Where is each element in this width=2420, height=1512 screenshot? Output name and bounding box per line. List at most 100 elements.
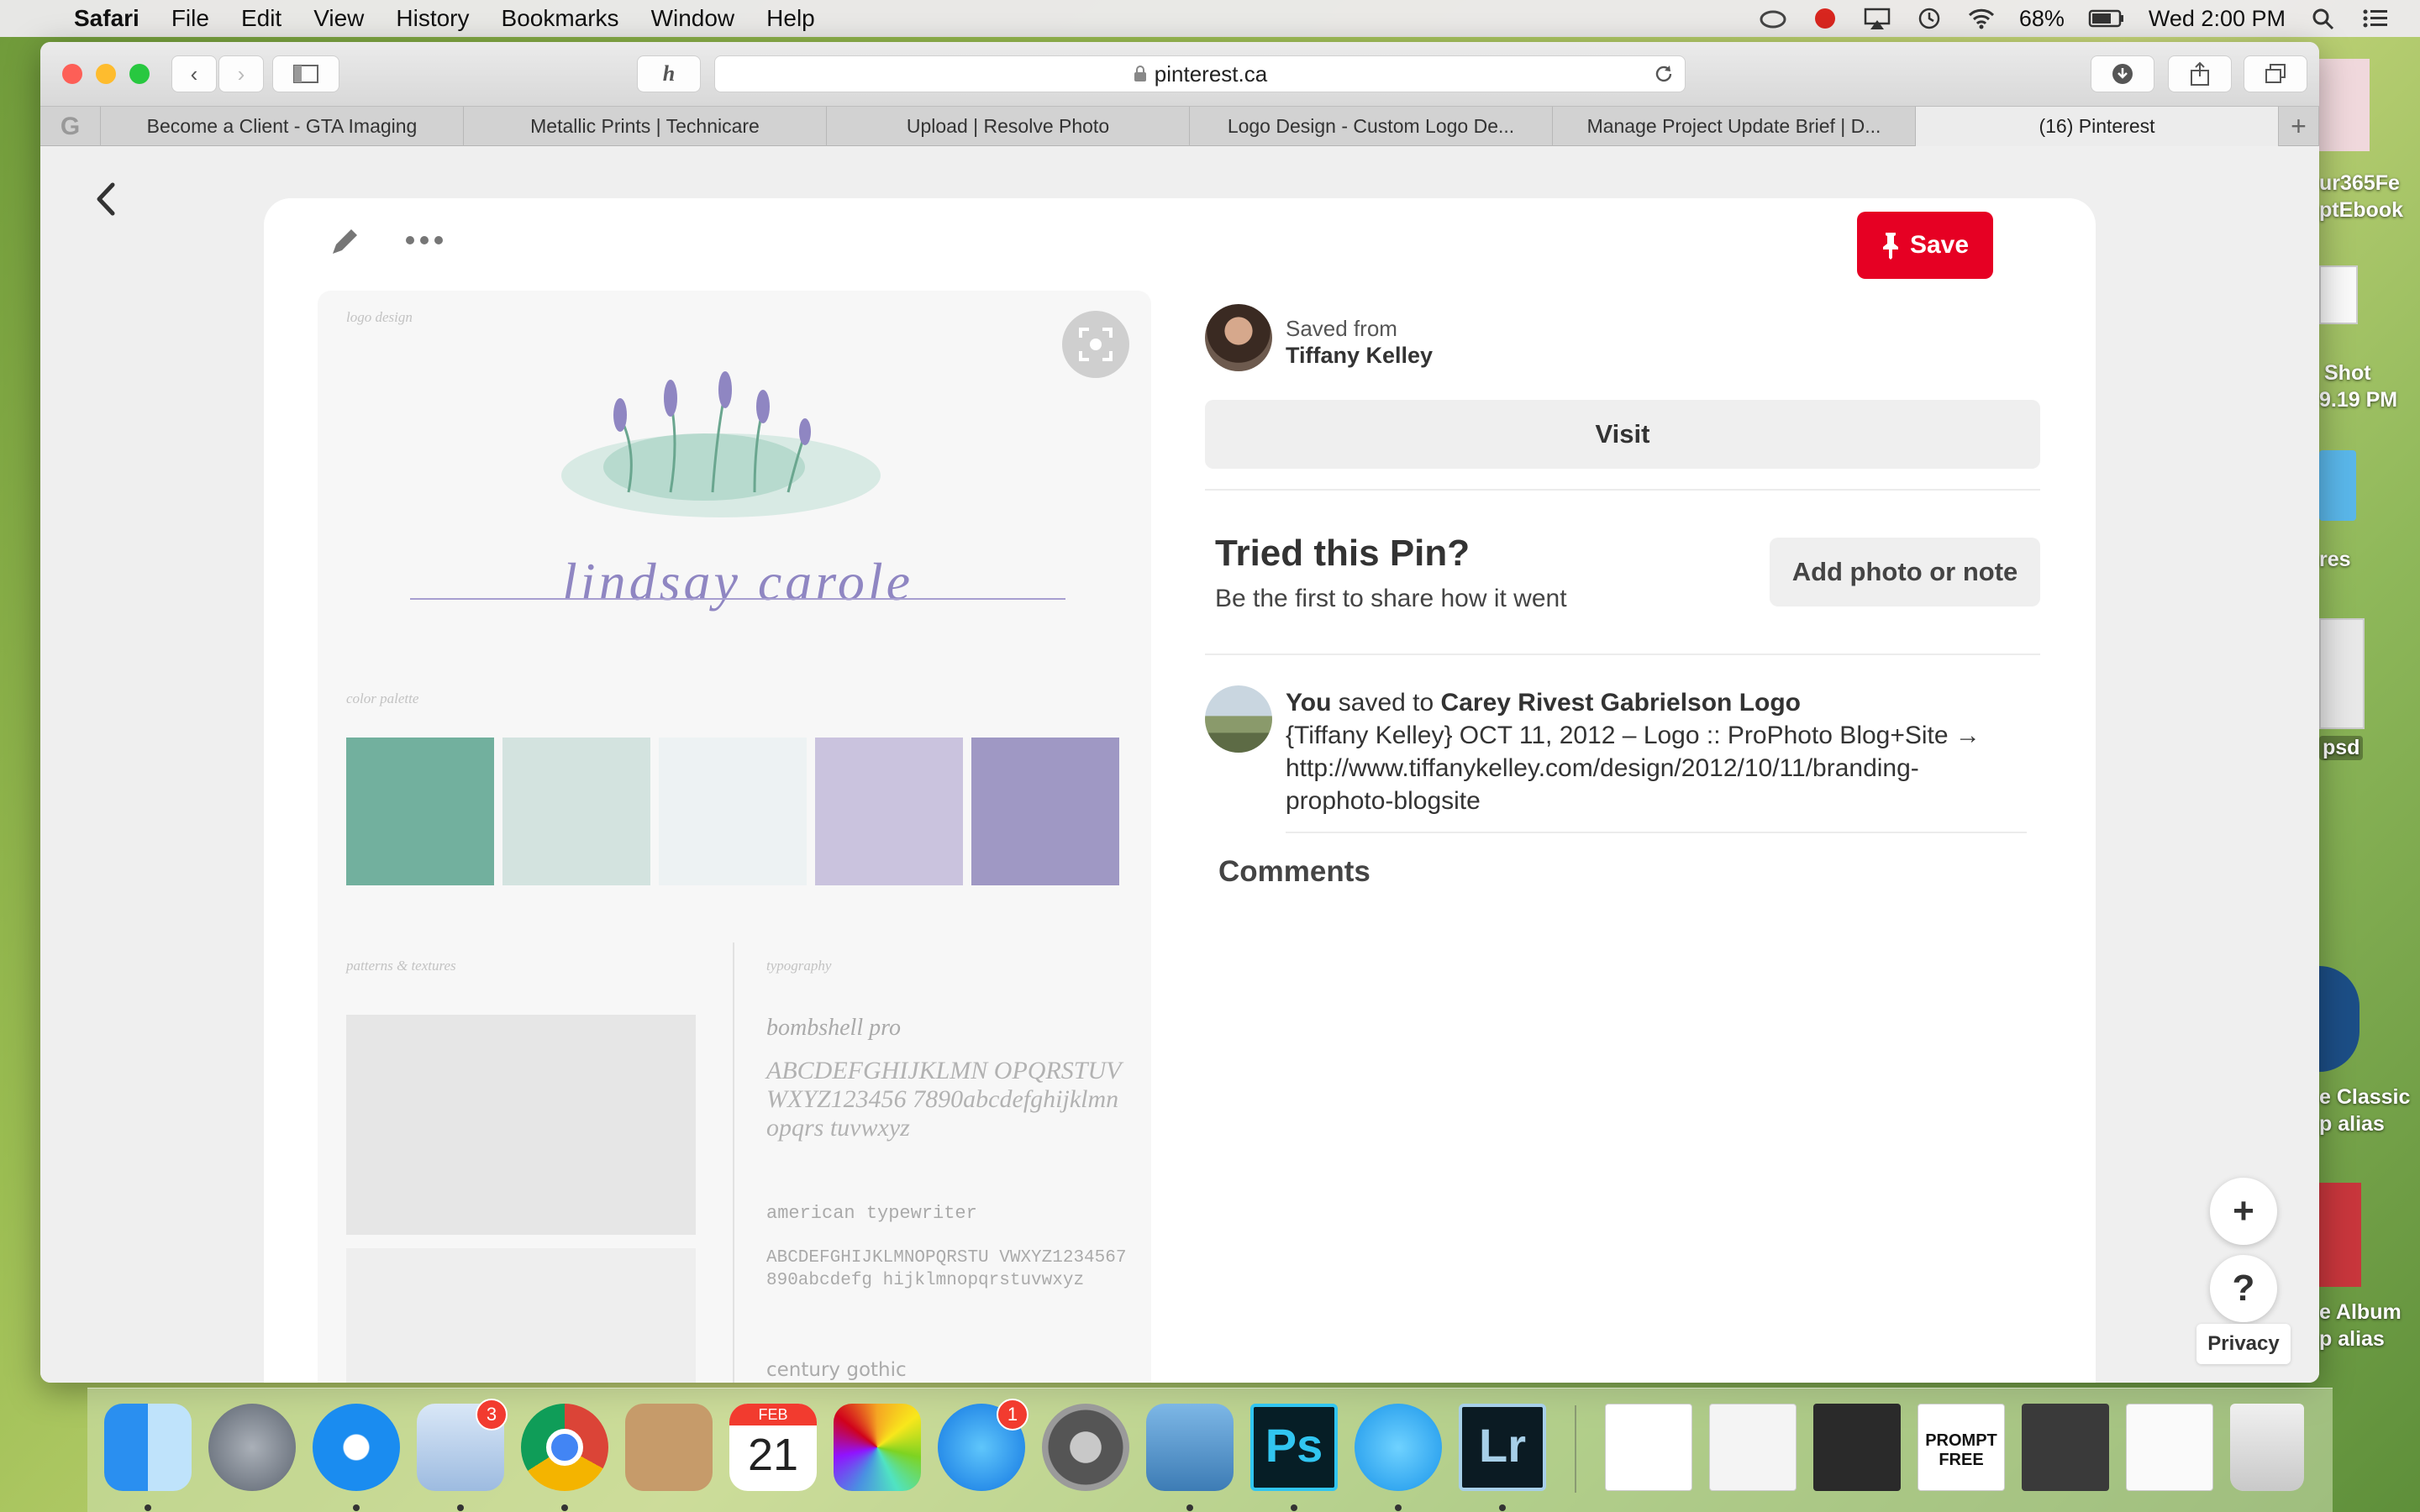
desktop-label: ur365Fe: [2319, 171, 2400, 195]
back-arrow-icon[interactable]: [91, 180, 121, 223]
tab-overview-button[interactable]: [2244, 55, 2307, 92]
desktop-label: psd: [2319, 736, 2364, 760]
tab-logo-design[interactable]: Logo Design - Custom Logo De...: [1190, 107, 1553, 146]
save-button[interactable]: Save: [1857, 212, 1993, 279]
lightroom-icon[interactable]: Lr: [1459, 1404, 1546, 1491]
trash-icon[interactable]: [2230, 1404, 2304, 1491]
launchpad-icon[interactable]: [208, 1404, 296, 1491]
minimized-window-prompt[interactable]: PROMPT FREE: [1918, 1404, 2005, 1491]
board-link[interactable]: Carey Rivest Gabrielson Logo: [1441, 689, 1801, 717]
edit-pencil-icon[interactable]: [328, 225, 361, 263]
share-button[interactable]: [2168, 55, 2232, 92]
minimize-window-button[interactable]: [96, 64, 116, 84]
menu-app-safari[interactable]: Safari: [74, 5, 139, 32]
user-avatar[interactable]: [1205, 685, 1272, 753]
activity-you[interactable]: You: [1286, 689, 1331, 717]
tab-technicare[interactable]: Metallic Prints | Technicare: [464, 107, 827, 146]
pin-card: Save logo design lindsay carole color pa…: [264, 198, 2096, 1383]
creative-cloud-icon[interactable]: [1759, 7, 1787, 30]
honey-extension-button[interactable]: h: [637, 55, 701, 92]
safari-icon[interactable]: [313, 1404, 400, 1491]
battery-icon[interactable]: [2088, 7, 2125, 30]
desktop-doc-thumb[interactable]: [2319, 618, 2365, 729]
reload-icon[interactable]: [1653, 63, 1675, 85]
pin-description: {Tiffany Kelley} OCT 11, 2012 – Logo :: …: [1286, 722, 1981, 815]
desktop-screenshot-thumb[interactable]: [2319, 265, 2358, 324]
downloads-button[interactable]: [2091, 55, 2154, 92]
system-preferences-icon[interactable]: [1042, 1404, 1129, 1491]
desktop-label: e Classic: [2319, 1085, 2411, 1109]
more-options-icon[interactable]: [405, 232, 444, 253]
font-sample-bombshell: ABCDEFGHIJKLMN OPQRSTUVWXYZ123456 7890ab…: [766, 1057, 1122, 1142]
notification-app-icon[interactable]: [1811, 7, 1839, 30]
pinned-google-tab[interactable]: G: [40, 107, 101, 146]
sidebar-toggle-button[interactable]: [272, 55, 339, 92]
comments-heading[interactable]: Comments: [1218, 855, 1370, 889]
close-window-button[interactable]: [62, 64, 82, 84]
zoom-window-button[interactable]: [129, 64, 150, 84]
tab-pinterest[interactable]: (16) Pinterest: [1916, 107, 2279, 146]
messages-icon[interactable]: [1355, 1404, 1442, 1491]
spotlight-search-icon[interactable]: [2309, 7, 2338, 30]
menu-help[interactable]: Help: [766, 5, 815, 32]
preview-icon[interactable]: [1146, 1404, 1234, 1491]
running-indicator: [1395, 1504, 1402, 1511]
activity-saved-to: saved to: [1338, 689, 1434, 717]
contacts-icon[interactable]: [625, 1404, 713, 1491]
minimized-window-photoshop[interactable]: [2022, 1404, 2109, 1491]
font-name-bombshell: bombshell pro: [766, 1015, 901, 1041]
airplay-icon[interactable]: [1863, 7, 1891, 30]
calendar-icon[interactable]: FEB 21: [729, 1404, 817, 1491]
source-name-link[interactable]: Tiffany Kelley: [1286, 343, 1433, 369]
menu-file[interactable]: File: [171, 5, 209, 32]
logo-design-label: logo design: [346, 309, 413, 325]
menu-bookmarks[interactable]: Bookmarks: [502, 5, 619, 32]
minimized-window-messages[interactable]: [1709, 1404, 1797, 1491]
app-alias-icon[interactable]: [2319, 966, 2360, 1072]
pin-image[interactable]: logo design lindsay carole color palette…: [318, 291, 1151, 1383]
create-plus-button[interactable]: +: [2210, 1178, 2277, 1245]
address-bar[interactable]: pinterest.ca: [714, 55, 1686, 92]
safari-window: ‹ › h pinterest.ca G Become a Client - G…: [40, 42, 2319, 1383]
add-photo-or-note-button[interactable]: Add photo or note: [1770, 538, 2040, 606]
clock[interactable]: Wed 2:00 PM: [2149, 6, 2286, 32]
notification-center-icon[interactable]: [2361, 7, 2390, 30]
tab-project-brief[interactable]: Manage Project Update Brief | D...: [1553, 107, 1916, 146]
wifi-icon[interactable]: [1967, 7, 1996, 30]
typography-label: typography: [766, 958, 832, 974]
menu-view[interactable]: View: [313, 5, 364, 32]
photoshop-icon[interactable]: Ps: [1250, 1404, 1338, 1491]
forward-button[interactable]: ›: [218, 55, 264, 92]
visual-search-button[interactable]: [1062, 311, 1129, 378]
help-button[interactable]: ?: [2210, 1255, 2277, 1322]
desktop-label: p alias: [2319, 1327, 2385, 1351]
minimized-window-lightroom[interactable]: [1813, 1404, 1901, 1491]
finder-icon[interactable]: [104, 1404, 192, 1491]
tab-gta-imaging[interactable]: Become a Client - GTA Imaging: [101, 107, 464, 146]
photos-icon[interactable]: [834, 1404, 921, 1491]
album-alias-icon[interactable]: [2319, 1183, 2361, 1287]
tab-resolve-photo[interactable]: Upload | Resolve Photo: [827, 107, 1190, 146]
visit-button[interactable]: Visit: [1205, 400, 2040, 469]
new-tab-button[interactable]: +: [2279, 107, 2319, 146]
chrome-icon[interactable]: [521, 1404, 608, 1491]
privacy-button[interactable]: Privacy: [2196, 1324, 2291, 1364]
desktop-label: res: [2319, 548, 2351, 571]
lock-icon: [1134, 66, 1146, 81]
minimized-window-document[interactable]: [2126, 1404, 2213, 1491]
divider: [1205, 489, 2040, 491]
back-button[interactable]: ‹: [171, 55, 217, 92]
palette-swatch-5: [971, 738, 1119, 885]
menu-window[interactable]: Window: [651, 5, 735, 32]
menu-edit[interactable]: Edit: [241, 5, 281, 32]
menu-history[interactable]: History: [396, 5, 469, 32]
desktop-label: Shot: [2324, 361, 2371, 385]
minimized-window-safari[interactable]: [1605, 1404, 1692, 1491]
wordmark-flourish: [410, 598, 1065, 600]
font-name-century-gothic: century gothic: [766, 1359, 907, 1381]
pinner-avatar[interactable]: [1205, 304, 1272, 371]
time-machine-icon[interactable]: [1915, 7, 1944, 30]
folder-icon[interactable]: [2319, 450, 2356, 521]
desktop-file-thumb[interactable]: [2319, 59, 2370, 151]
sidebar-icon: [293, 65, 318, 83]
